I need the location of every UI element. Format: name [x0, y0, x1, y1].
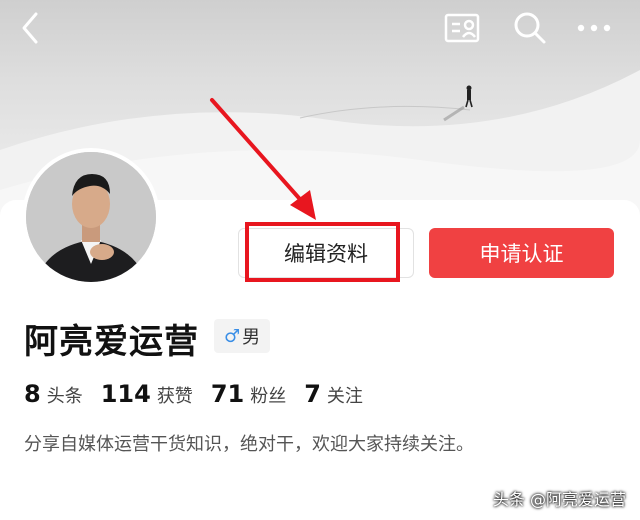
walking-figure: [443, 85, 473, 122]
profile-stats: 8 头条 114 获赞 71 粉丝 7 关注: [24, 380, 381, 408]
gender-badge: ♂ 男: [214, 319, 271, 353]
watermark: 头条 @阿亮爱运营: [492, 490, 626, 509]
stat-label: 关注: [326, 386, 363, 407]
stat-value: 114: [100, 380, 151, 408]
stat-label: 获赞: [156, 386, 193, 407]
edit-profile-button[interactable]: 编辑资料: [238, 228, 414, 278]
stat-followers[interactable]: 71 粉丝: [211, 380, 286, 408]
profile-card-icon[interactable]: [442, 8, 482, 48]
username: 阿亮爱运营: [24, 322, 199, 362]
back-icon[interactable]: [10, 8, 50, 48]
stat-value: 7: [304, 380, 321, 408]
stat-label: 粉丝: [250, 386, 287, 407]
stat-posts[interactable]: 8 头条: [24, 380, 83, 408]
stat-value: 8: [24, 380, 41, 408]
stat-following[interactable]: 7 关注: [304, 380, 363, 408]
stat-likes[interactable]: 114 获赞: [101, 380, 193, 408]
male-icon: ♂: [224, 325, 241, 347]
profile-bio: 分享自媒体运营干货知识，绝对干，欢迎大家持续关注。: [24, 434, 474, 455]
search-icon[interactable]: [510, 8, 550, 48]
more-icon[interactable]: [574, 8, 614, 48]
apply-certification-button[interactable]: 申请认证: [429, 228, 614, 278]
gender-label: 男: [242, 327, 261, 348]
stat-value: 71: [210, 380, 245, 408]
avatar-photo: [26, 152, 156, 282]
avatar[interactable]: [22, 148, 160, 286]
stat-label: 头条: [46, 386, 83, 407]
